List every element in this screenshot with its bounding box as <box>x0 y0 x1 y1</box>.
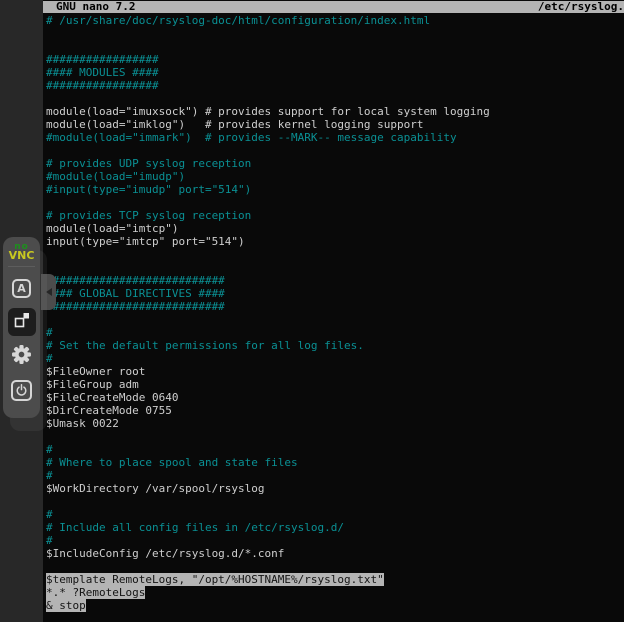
keyboard-key-icon: A <box>12 279 31 298</box>
novnc-logo: no VNC <box>3 237 40 261</box>
terminal-line: # provides TCP syslog reception <box>46 209 624 222</box>
terminal-line <box>46 560 624 573</box>
terminal-line: $DirCreateMode 0755 <box>46 404 624 417</box>
keyboard-extra-keys-button[interactable]: A <box>8 274 36 302</box>
terminal-line: # <box>46 443 624 456</box>
gear-icon <box>11 344 32 369</box>
terminal-line <box>46 313 624 326</box>
terminal-line: #### MODULES #### <box>46 66 624 79</box>
chevron-left-icon <box>46 288 52 296</box>
terminal-line: module(load="imtcp") <box>46 222 624 235</box>
terminal-line: $FileOwner root <box>46 365 624 378</box>
terminal-line: ################# <box>46 79 624 92</box>
terminal-line: # provides UDP syslog reception <box>46 157 624 170</box>
terminal-line <box>46 92 624 105</box>
terminal-line: # <box>46 469 624 482</box>
terminal-line: ########################### <box>46 274 624 287</box>
nano-app-title: GNU nano 7.2 <box>56 1 135 13</box>
power-icon <box>11 380 32 401</box>
nano-edit-buffer[interactable]: # /usr/share/doc/rsyslog-doc/html/config… <box>46 14 624 622</box>
terminal-line: # Include all config files in /etc/rsysl… <box>46 521 624 534</box>
terminal-line: # <box>46 508 624 521</box>
terminal-line <box>46 144 624 157</box>
power-button[interactable] <box>8 376 36 404</box>
terminal-line: input(type="imtcp" port="514") <box>46 235 624 248</box>
terminal-screen[interactable]: GNU nano 7.2 /etc/rsyslog. # /usr/share/… <box>43 0 624 622</box>
terminal-line <box>46 261 624 274</box>
terminal-line: ########################### <box>46 300 624 313</box>
novnc-logo-bottom: VNC <box>3 251 40 261</box>
terminal-line: # <box>46 534 624 547</box>
settings-button[interactable] <box>8 342 36 370</box>
terminal-line: # /usr/share/doc/rsyslog-doc/html/config… <box>46 14 624 27</box>
terminal-line: & stop <box>46 599 624 612</box>
terminal-line: module(load="imuxsock") # provides suppo… <box>46 105 624 118</box>
novnc-control-bar: no VNC A <box>3 237 40 418</box>
terminal-line: ################# <box>46 53 624 66</box>
fullscreen-button[interactable] <box>8 308 36 336</box>
terminal-line <box>46 248 624 261</box>
terminal-line <box>46 495 624 508</box>
terminal-line <box>46 40 624 53</box>
terminal-line: # <box>46 326 624 339</box>
terminal-line: #module(load="immark") # provides --MARK… <box>46 131 624 144</box>
terminal-line: $template RemoteLogs, "/opt/%HOSTNAME%/r… <box>46 573 624 586</box>
novnc-viewport: GNU nano 7.2 /etc/rsyslog. # /usr/share/… <box>0 0 624 622</box>
terminal-line: $WorkDirectory /var/spool/rsyslog <box>46 482 624 495</box>
terminal-line: #module(load="imudp") <box>46 170 624 183</box>
terminal-line: # <box>46 352 624 365</box>
fullscreen-icon <box>14 312 30 332</box>
terminal-line: $FileGroup adm <box>46 378 624 391</box>
terminal-line <box>46 430 624 443</box>
terminal-line: #### GLOBAL DIRECTIVES #### <box>46 287 624 300</box>
terminal-line: $FileCreateMode 0640 <box>46 391 624 404</box>
terminal-line: *.* ?RemoteLogs <box>46 586 624 599</box>
terminal-line <box>46 196 624 209</box>
terminal-line: #input(type="imudp" port="514") <box>46 183 624 196</box>
terminal-line: $IncludeConfig /etc/rsyslog.d/*.conf <box>46 547 624 560</box>
nano-titlebar: GNU nano 7.2 /etc/rsyslog. <box>43 1 624 13</box>
control-bar-handle[interactable] <box>41 274 56 310</box>
terminal-line: $Umask 0022 <box>46 417 624 430</box>
terminal-line <box>46 27 624 40</box>
terminal-line: module(load="imklog") # provides kernel … <box>46 118 624 131</box>
terminal-line: # Where to place spool and state files <box>46 456 624 469</box>
nano-file-name: /etc/rsyslog. <box>538 1 624 13</box>
panel-divider <box>8 266 35 267</box>
terminal-line: # Set the default permissions for all lo… <box>46 339 624 352</box>
